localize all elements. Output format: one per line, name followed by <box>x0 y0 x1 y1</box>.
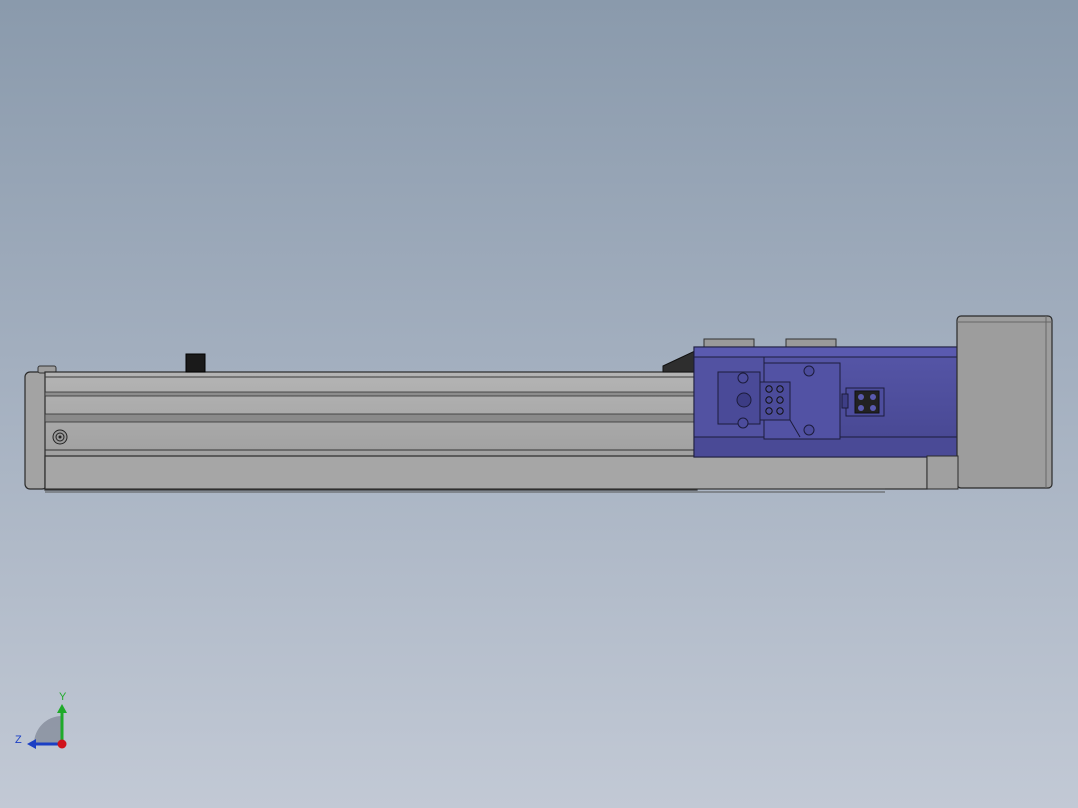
triad-z-label: Z <box>15 734 22 746</box>
motor-bottom-stripe <box>693 436 959 458</box>
bolt-icon <box>737 372 749 384</box>
connector-latch <box>841 393 849 409</box>
carriage-wedge <box>662 349 698 373</box>
triad-arc <box>34 716 62 744</box>
endcap-mount <box>926 455 959 490</box>
sensor-block <box>185 353 206 373</box>
graphics-viewport[interactable]: Y Z <box>0 0 1078 808</box>
endcap-block <box>956 315 1053 489</box>
servo-motor[interactable] <box>693 338 959 458</box>
rail-base <box>44 455 928 490</box>
motor-top-stripe <box>693 346 959 358</box>
shaft-icon <box>736 392 752 408</box>
model-canvas[interactable]: Y Z <box>0 0 1078 808</box>
rail-groove <box>44 413 698 423</box>
rail-left-endplate <box>24 371 48 490</box>
z-arrow-icon <box>27 739 36 749</box>
rail-groove <box>44 391 698 397</box>
screw-icon <box>58 435 62 439</box>
bolt-icon <box>737 417 749 429</box>
bolt-icon <box>803 365 815 377</box>
connector-plug <box>759 381 791 421</box>
y-arrow-icon <box>57 704 67 713</box>
coordinate-triad[interactable]: Y Z <box>15 691 67 749</box>
bolt-icon <box>803 424 815 436</box>
connector-pins-icon <box>854 390 880 414</box>
carriage-wedge <box>662 349 698 373</box>
origin-icon <box>57 739 67 749</box>
triad-y-label: Y <box>59 691 67 703</box>
